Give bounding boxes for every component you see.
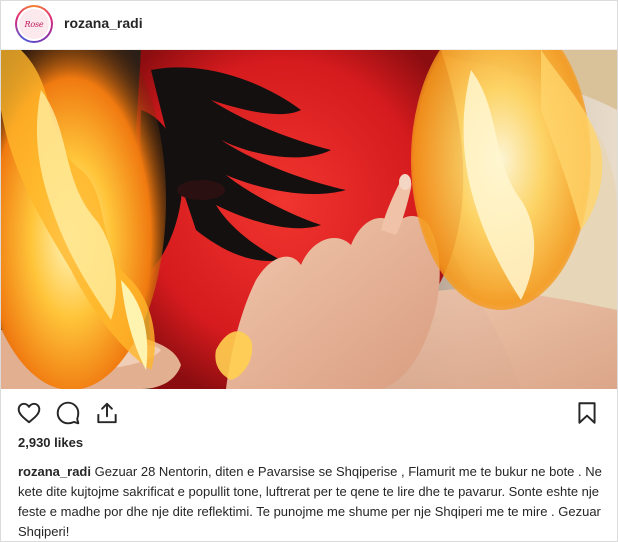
share-button[interactable] [94, 400, 124, 430]
save-button[interactable] [574, 400, 604, 430]
likes-count[interactable]: 2,930 likes [18, 435, 83, 450]
post-actions [1, 396, 617, 436]
post-caption: rozana_radi Gezuar 28 Nentorin, diten e … [18, 462, 603, 542]
caption-username[interactable]: rozana_radi [18, 464, 91, 479]
post-photo-illustration [1, 50, 617, 389]
caption-text: Gezuar 28 Nentorin, diten e Pavarsise se… [18, 464, 602, 539]
avatar-logo-text: Rose [24, 19, 44, 29]
avatar[interactable]: Rose [15, 5, 53, 43]
post-header: Rose rozana_radi [1, 1, 617, 50]
comment-button[interactable] [55, 400, 85, 430]
share-icon [97, 402, 117, 424]
like-button[interactable] [16, 400, 46, 430]
instagram-post: Rose rozana_radi 2,930 likes rozana_radi… [0, 0, 618, 542]
comment-icon [56, 401, 80, 425]
post-image[interactable] [1, 50, 617, 389]
post-username[interactable]: rozana_radi [64, 15, 143, 31]
bookmark-icon [578, 402, 596, 424]
heart-icon [17, 402, 41, 424]
